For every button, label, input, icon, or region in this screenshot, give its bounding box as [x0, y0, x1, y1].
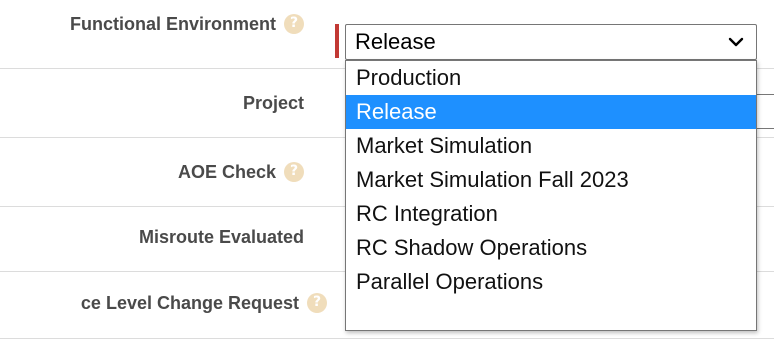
dropdown-option[interactable]: RC Shadow Operations	[346, 231, 756, 265]
chevron-down-icon	[728, 37, 744, 47]
dropdown-option[interactable]: Release	[346, 95, 756, 129]
project-field-edge	[757, 94, 774, 95]
field-label-functional-environment: Functional Environment	[70, 0, 304, 58]
field-label-change-request: ce Level Change Request	[81, 268, 327, 338]
dropdown-option[interactable]: Market Simulation Fall 2023	[346, 163, 756, 197]
field-label-project: Project	[242, 92, 304, 113]
help-icon[interactable]	[307, 293, 327, 313]
functional-environment-select[interactable]: Release	[345, 24, 757, 60]
dropdown-option[interactable]: Parallel Operations	[346, 265, 756, 299]
dropdown-option[interactable]: RC Integration	[346, 197, 756, 231]
help-icon[interactable]	[284, 162, 304, 182]
field-label-misroute-evaluated: Misroute Evaluated	[138, 226, 304, 247]
field-label-aoe-check: AOE Check	[178, 138, 304, 206]
required-indicator	[335, 24, 339, 58]
dropdown-option[interactable]: Market Simulation	[346, 129, 756, 163]
help-icon[interactable]	[284, 14, 304, 34]
select-value: Release	[355, 29, 436, 54]
dropdown-option[interactable]: Production	[346, 61, 756, 95]
functional-environment-options: Production Release Market Simulation Market…	[345, 60, 757, 331]
project-field-edge	[757, 128, 774, 129]
